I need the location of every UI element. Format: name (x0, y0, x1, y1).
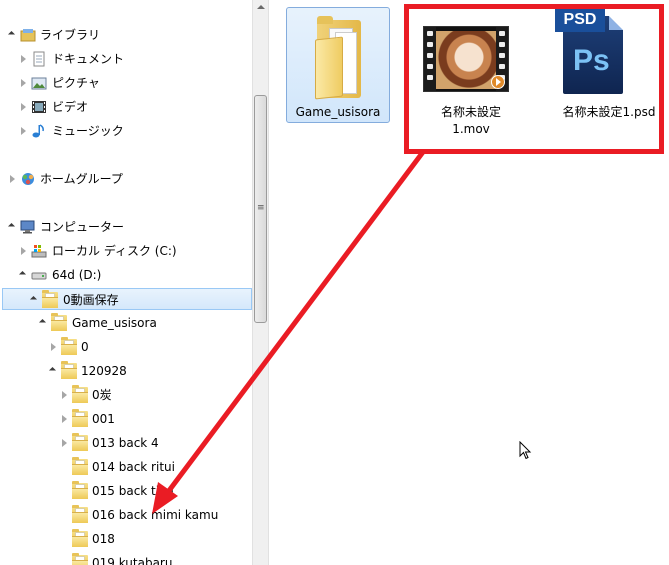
mouse-cursor-icon (519, 441, 532, 460)
annotation-arrow-icon (152, 149, 426, 514)
